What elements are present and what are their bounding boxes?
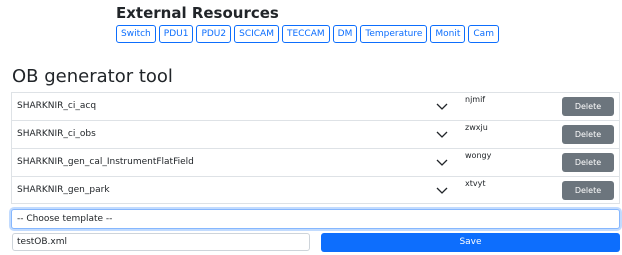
ob-row-name: SHARKNIR_gen_park [17, 185, 110, 195]
chevron-down-icon[interactable] [435, 183, 449, 197]
ob-row-note: xtvyt [465, 179, 486, 188]
dm-button[interactable]: DM [332, 25, 358, 43]
chevron-down-icon[interactable] [435, 155, 449, 169]
page-title: OB generator tool [12, 66, 173, 87]
monit-button[interactable]: Monit [430, 25, 466, 43]
ob-row-note: zwxju [465, 123, 488, 132]
ob-row[interactable]: SHARKNIR_ci_obs zwxju Delete [11, 120, 620, 148]
delete-button[interactable]: Delete [562, 153, 614, 172]
cam-button[interactable]: Cam [468, 25, 499, 43]
template-select[interactable]: -- Choose template -- [11, 209, 620, 229]
ob-row-name: SHARKNIR_ci_obs [17, 129, 96, 139]
ob-row[interactable]: SHARKNIR_ci_acq njmif Delete [11, 92, 620, 120]
switch-button[interactable]: Switch [116, 25, 156, 43]
save-button[interactable]: Save [321, 233, 620, 252]
ob-row-note: njmif [465, 95, 486, 104]
pdu1-button[interactable]: PDU1 [158, 25, 194, 43]
external-resources-buttons: Switch PDU1 PDU2 SCICAM TECCAM DM Temper… [116, 25, 499, 43]
ob-row-note: wongy [465, 151, 492, 160]
ob-row[interactable]: SHARKNIR_gen_cal_InstrumentFlatField won… [11, 148, 620, 176]
ob-row-name: SHARKNIR_gen_cal_InstrumentFlatField [17, 157, 194, 167]
pdu2-button[interactable]: PDU2 [196, 25, 232, 43]
filename-input[interactable] [12, 233, 310, 251]
external-resources-title: External Resources [116, 4, 279, 22]
page: External Resources Switch PDU1 PDU2 SCIC… [0, 0, 622, 255]
chevron-down-icon[interactable] [435, 99, 449, 113]
delete-button[interactable]: Delete [562, 97, 614, 116]
delete-button[interactable]: Delete [562, 125, 614, 144]
ob-list: SHARKNIR_ci_acq njmif Delete SHARKNIR_ci… [11, 92, 620, 204]
teccam-button[interactable]: TECCAM [281, 25, 330, 43]
delete-button[interactable]: Delete [562, 181, 614, 200]
temperature-button[interactable]: Temperature [360, 25, 428, 43]
chevron-down-icon[interactable] [435, 127, 449, 141]
scicam-button[interactable]: SCICAM [234, 25, 279, 43]
ob-row-name: SHARKNIR_ci_acq [17, 101, 97, 111]
ob-row[interactable]: SHARKNIR_gen_park xtvyt Delete [11, 176, 620, 204]
